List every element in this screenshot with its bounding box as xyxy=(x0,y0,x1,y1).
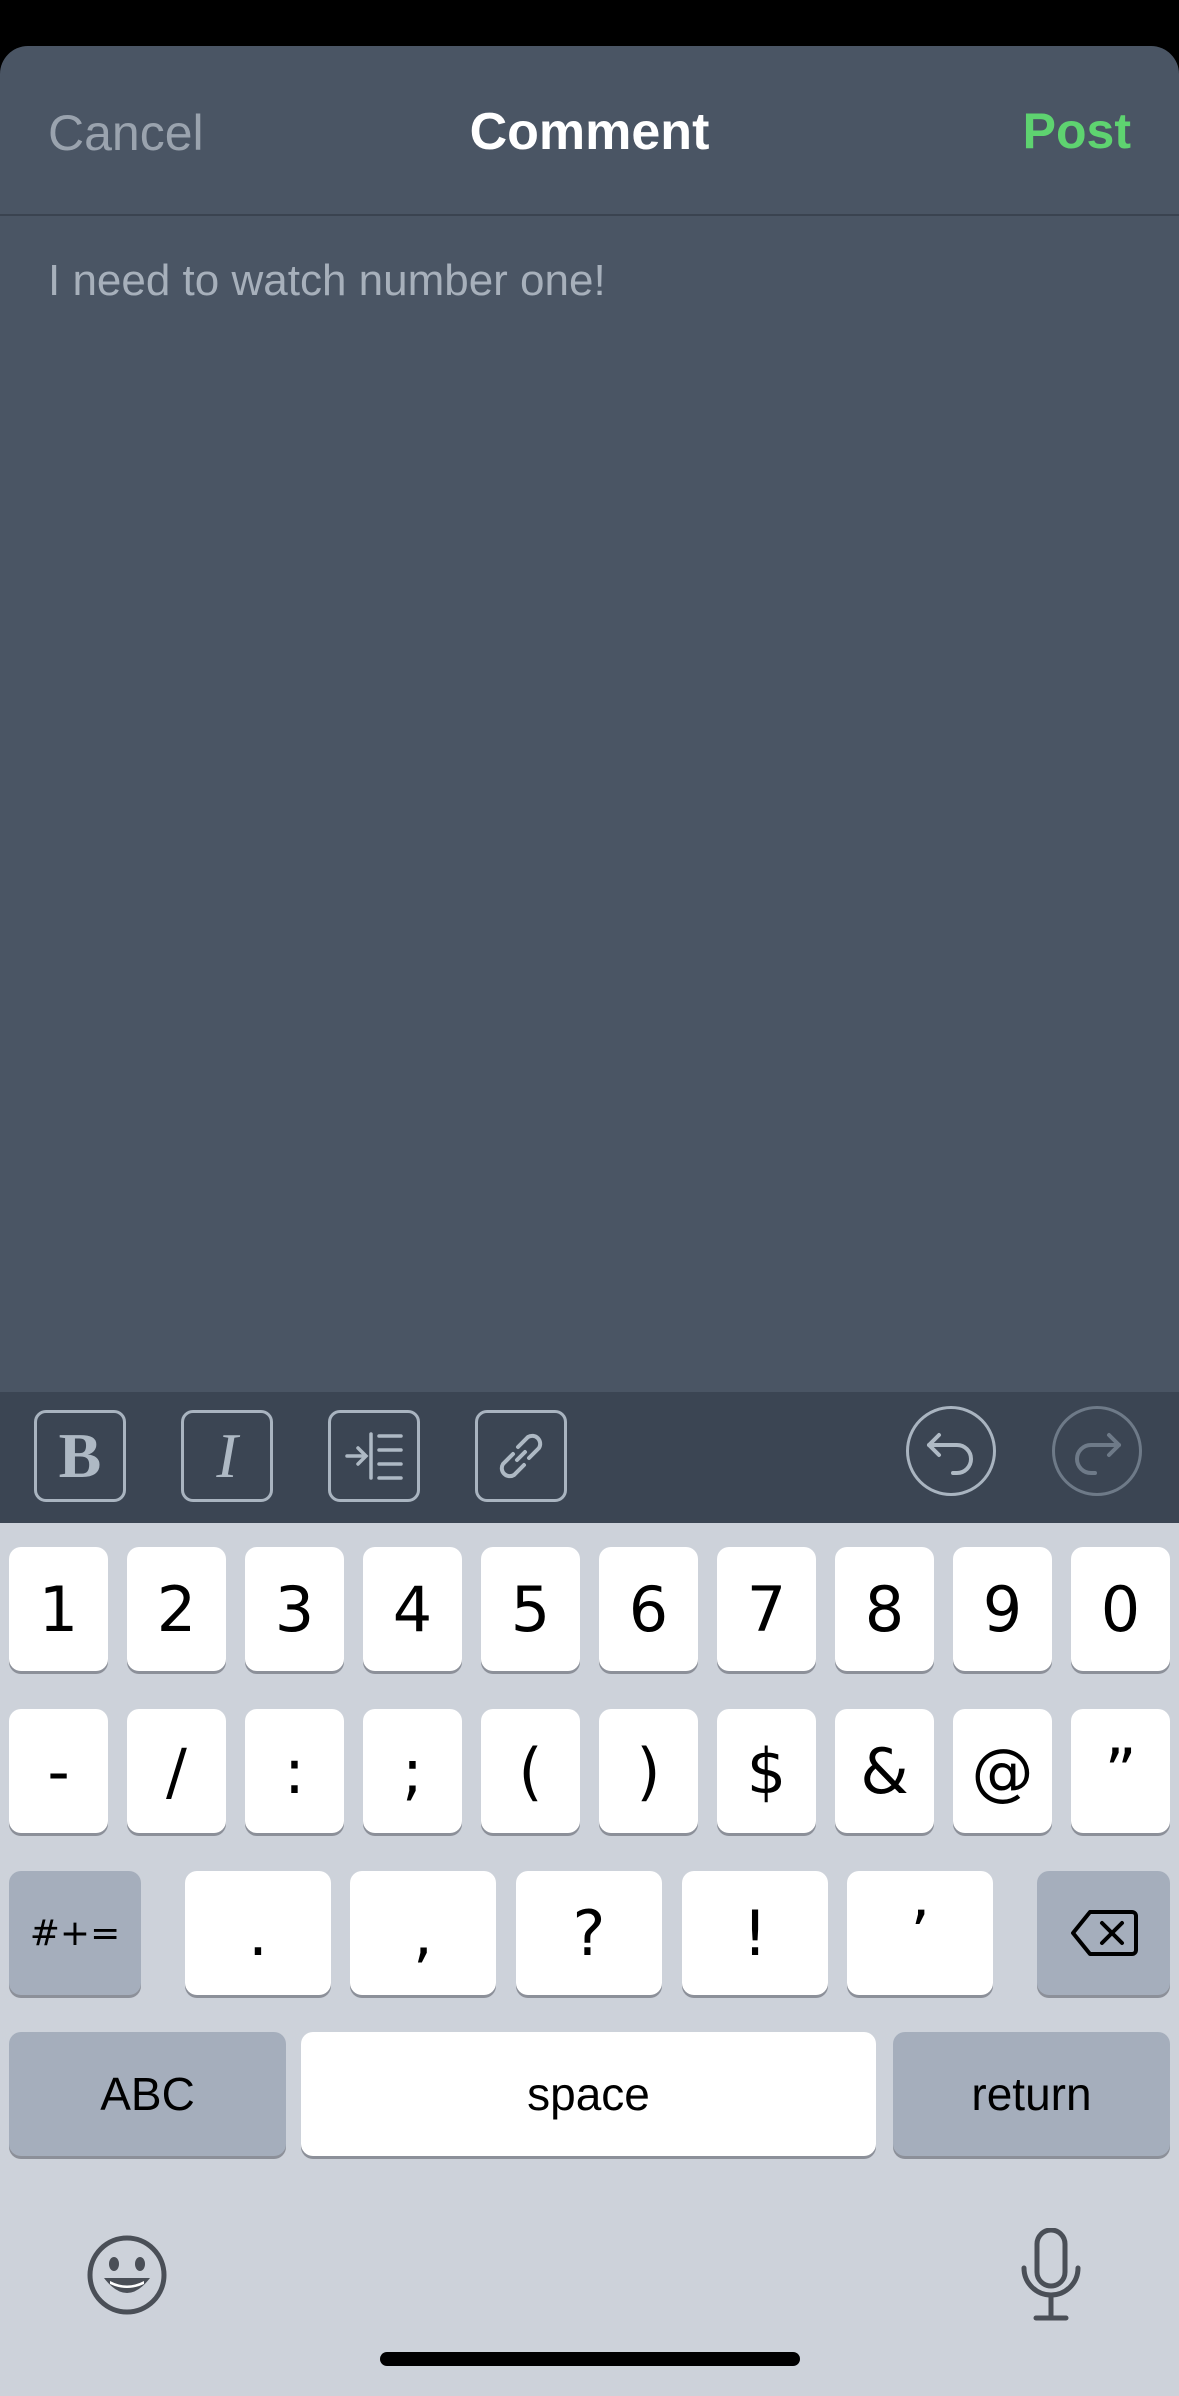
keyboard: 1 2 3 4 5 6 7 8 9 0 - / : ; ( ) $ & @ ” … xyxy=(0,1523,1179,2396)
backspace-icon xyxy=(1070,1910,1138,1956)
redo-button[interactable] xyxy=(1052,1406,1142,1496)
key-4[interactable]: 4 xyxy=(363,1547,462,1671)
key-period[interactable]: . xyxy=(185,1871,331,1995)
post-button[interactable]: Post xyxy=(1023,102,1131,160)
key-6[interactable]: 6 xyxy=(599,1547,698,1671)
key-semicolon[interactable]: ; xyxy=(363,1709,462,1833)
comment-text-area[interactable]: I need to watch number one! xyxy=(48,256,1128,1356)
key-comma[interactable]: , xyxy=(350,1871,496,1995)
italic-icon: I xyxy=(216,1420,238,1491)
abc-key[interactable]: ABC xyxy=(9,2032,286,2156)
bold-button[interactable]: B xyxy=(34,1410,126,1502)
link-icon xyxy=(499,1433,543,1479)
key-open-paren[interactable]: ( xyxy=(481,1709,580,1833)
emoji-icon[interactable] xyxy=(86,2234,168,2316)
key-slash[interactable]: / xyxy=(127,1709,226,1833)
key-2[interactable]: 2 xyxy=(127,1547,226,1671)
indent-icon xyxy=(345,1432,403,1480)
key-exclamation[interactable]: ! xyxy=(682,1871,828,1995)
nav-bar: Cancel Comment Post xyxy=(0,46,1179,216)
return-key[interactable]: return xyxy=(893,2032,1170,2156)
link-button[interactable] xyxy=(475,1410,567,1502)
key-apostrophe[interactable]: ’ xyxy=(847,1871,993,1995)
key-colon[interactable]: : xyxy=(245,1709,344,1833)
undo-button[interactable] xyxy=(906,1406,996,1496)
comment-sheet: Cancel Comment Post I need to watch numb… xyxy=(0,46,1179,1392)
key-0[interactable]: 0 xyxy=(1071,1547,1170,1671)
key-1[interactable]: 1 xyxy=(9,1547,108,1671)
key-dollar[interactable]: $ xyxy=(717,1709,816,1833)
key-quote[interactable]: ” xyxy=(1071,1709,1170,1833)
key-3[interactable]: 3 xyxy=(245,1547,344,1671)
symbols-key[interactable]: #+= xyxy=(9,1871,141,1995)
key-9[interactable]: 9 xyxy=(953,1547,1052,1671)
undo-icon xyxy=(927,1433,973,1475)
page-title: Comment xyxy=(469,103,710,161)
key-hyphen[interactable]: - xyxy=(9,1709,108,1833)
key-7[interactable]: 7 xyxy=(717,1547,816,1671)
key-question[interactable]: ? xyxy=(516,1871,662,1995)
delete-key[interactable] xyxy=(1037,1871,1170,1995)
key-ampersand[interactable]: & xyxy=(835,1709,934,1833)
bold-icon: B xyxy=(58,1420,102,1491)
space-key[interactable]: space xyxy=(301,2032,876,2156)
home-indicator[interactable] xyxy=(380,2352,800,2366)
key-at[interactable]: @ xyxy=(953,1709,1052,1833)
italic-button[interactable]: I xyxy=(181,1410,273,1502)
formatting-toolbar: B I xyxy=(0,1392,1179,1523)
key-close-paren[interactable]: ) xyxy=(599,1709,698,1833)
key-5[interactable]: 5 xyxy=(481,1547,580,1671)
microphone-icon[interactable] xyxy=(1016,2228,1086,2324)
key-8[interactable]: 8 xyxy=(835,1547,934,1671)
indent-button[interactable] xyxy=(328,1410,420,1502)
redo-icon xyxy=(1075,1433,1121,1475)
